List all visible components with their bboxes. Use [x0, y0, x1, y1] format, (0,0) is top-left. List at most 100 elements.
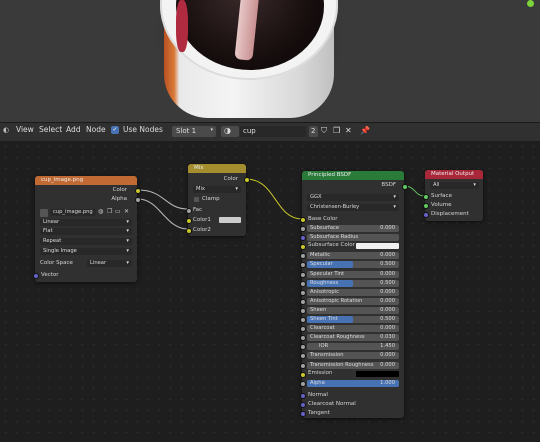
- socket-volume-in[interactable]: [423, 203, 429, 209]
- material-output-node[interactable]: Material Output All ▾ Surface Volume Disp…: [423, 170, 483, 221]
- socket-roughness-in[interactable]: [300, 281, 306, 287]
- field-value: 0.000: [380, 298, 395, 304]
- source-value: Single Image: [43, 248, 77, 254]
- mix-node[interactable]: Mix Color Mix ▾ Clamp Fac Color1 Color2: [186, 164, 250, 236]
- alpha-field[interactable]: Alpha 1.000: [307, 380, 399, 387]
- material-output-header[interactable]: Material Output: [425, 170, 483, 179]
- image-browse-icon[interactable]: [40, 209, 48, 217]
- principled-header[interactable]: Principled BSDF: [302, 171, 404, 180]
- socket-clearcoat-normal-in[interactable]: [300, 402, 306, 408]
- socket-sheen-in[interactable]: [300, 308, 306, 314]
- projection-dropdown[interactable]: Flat ▾: [40, 228, 132, 235]
- target-dropdown[interactable]: All ▾: [430, 182, 479, 189]
- socket-displacement-in[interactable]: [423, 212, 429, 218]
- chevron-down-icon: ▾: [473, 182, 476, 188]
- chevron-down-icon: ▾: [126, 238, 129, 244]
- color2-label: Color2: [193, 227, 211, 233]
- duplicate-icon[interactable]: ❐: [107, 208, 112, 215]
- color1-swatch[interactable]: [219, 217, 241, 223]
- socket-specular-tint-in[interactable]: [300, 272, 306, 278]
- output-color-label: Color: [112, 187, 127, 193]
- socket-metallic-in[interactable]: [300, 253, 306, 259]
- mix-header[interactable]: Mix: [188, 164, 246, 173]
- anisotropic-field[interactable]: Anisotropic 0.000: [307, 289, 399, 296]
- interpolation-dropdown[interactable]: Linear ▾: [40, 219, 132, 226]
- link-alpha-to-color2: [137, 198, 189, 230]
- principled-bsdf-node[interactable]: Principled BSDF BSDF GGX ▾ Christensen-Bu…: [300, 171, 408, 418]
- close-icon[interactable]: ✕: [124, 208, 129, 215]
- transmission-roughness-field[interactable]: Transmission Roughness 0.000: [307, 362, 399, 369]
- socket-transmission-in[interactable]: [300, 353, 306, 359]
- color-space-dropdown[interactable]: Linear ▾: [87, 260, 132, 267]
- field-label: IOR: [319, 343, 329, 349]
- clamp-checkbox[interactable]: [194, 197, 199, 202]
- extension-dropdown[interactable]: Repeat ▾: [40, 238, 132, 245]
- socket-anisotropic-rotation-in[interactable]: [300, 299, 306, 305]
- image-texture-header[interactable]: cup_image.png: [35, 176, 137, 185]
- chevron-down-icon: ▾: [126, 260, 129, 266]
- field-label: Specular: [310, 261, 333, 267]
- socket-tangent-in[interactable]: [300, 411, 306, 417]
- socket-clearcoat-roughness-in[interactable]: [300, 335, 306, 341]
- socket-emission-in[interactable]: [300, 372, 306, 378]
- socket-alpha-out[interactable]: [135, 197, 141, 203]
- clearcoat-roughness-field[interactable]: Clearcoat Roughness 0.030: [307, 334, 399, 341]
- image-texture-title: cup_image.png: [41, 177, 84, 183]
- source-dropdown[interactable]: Single Image ▾: [40, 248, 132, 255]
- field-value: 0.000: [380, 252, 395, 258]
- socket-sheen-tint-in[interactable]: [300, 317, 306, 323]
- socket-ior-in[interactable]: [300, 344, 306, 350]
- sheen-field[interactable]: Sheen 0.000: [307, 307, 399, 314]
- specular-field[interactable]: Specular 0.500: [307, 261, 399, 268]
- chevron-down-icon: ▾: [126, 248, 129, 254]
- field-label: Transmission: [310, 352, 344, 358]
- socket-transmission-roughness-in[interactable]: [300, 363, 306, 369]
- target-value: All: [433, 182, 440, 188]
- distribution-dropdown[interactable]: GGX ▾: [307, 194, 399, 201]
- blend-type-dropdown[interactable]: Mix ▾: [193, 186, 241, 193]
- socket-anisotropic-in[interactable]: [300, 290, 306, 296]
- shield-icon[interactable]: ◍: [98, 208, 103, 215]
- principled-title: Principled BSDF: [308, 172, 352, 178]
- folder-icon[interactable]: ▭: [115, 208, 121, 215]
- transmission-field[interactable]: Transmission 0.000: [307, 352, 399, 359]
- socket-subsurface-in[interactable]: [300, 226, 306, 232]
- socket-base-color-in[interactable]: [300, 217, 306, 223]
- socket-normal-in[interactable]: [300, 393, 306, 399]
- socket-surface-in[interactable]: [423, 194, 429, 200]
- field-value: 0.000: [380, 307, 395, 313]
- clearcoat-field[interactable]: Clearcoat 0.000: [307, 325, 399, 332]
- socket-color2-in[interactable]: [186, 228, 192, 234]
- metallic-field[interactable]: Metallic 0.000: [307, 252, 399, 259]
- socket-specular-in[interactable]: [300, 262, 306, 268]
- socket-subsurface-color-in[interactable]: [300, 244, 306, 250]
- subsurface-radius-field[interactable]: Subsurface Radius: [307, 234, 399, 241]
- image-texture-node[interactable]: cup_image.png Color Alpha cup_image.png …: [33, 176, 141, 282]
- fac-label: Fac: [193, 207, 203, 213]
- emission-swatch[interactable]: [356, 371, 399, 377]
- anisotropic-rotation-field[interactable]: Anisotropic Rotation 0.000: [307, 298, 399, 305]
- field-value: 0.000: [380, 325, 395, 331]
- socket-subsurface-radius-in[interactable]: [300, 235, 306, 241]
- subsurface-method-dropdown[interactable]: Christensen-Burley ▾: [307, 204, 399, 211]
- field-label: Transmission Roughness: [310, 362, 374, 368]
- socket-alpha-in[interactable]: [300, 381, 306, 387]
- image-name-field[interactable]: cup_image.png: [50, 209, 96, 216]
- socket-bsdf-out[interactable]: [402, 184, 408, 190]
- socket-vector-in[interactable]: [33, 273, 39, 279]
- sheen-tint-field[interactable]: Sheen Tint 0.500: [307, 316, 399, 323]
- socket-mix-color-out[interactable]: [244, 177, 250, 183]
- socket-color-out[interactable]: [135, 188, 141, 194]
- chevron-down-icon: ▾: [393, 194, 396, 200]
- chevron-down-icon: ▾: [126, 219, 129, 225]
- subsurface-color-swatch[interactable]: [356, 243, 399, 249]
- roughness-field[interactable]: Roughness 0.500: [307, 280, 399, 287]
- socket-fac-in[interactable]: [186, 208, 192, 214]
- subsurface-field[interactable]: Subsurface 0.000: [307, 225, 399, 232]
- ior-field[interactable]: IOR 1.450: [307, 343, 399, 350]
- field-value: 0.000: [380, 289, 395, 295]
- socket-color1-in[interactable]: [186, 218, 192, 224]
- link-mix-to-basecolor: [245, 178, 303, 220]
- specular-tint-field[interactable]: Specular Tint 0.000: [307, 271, 399, 278]
- socket-clearcoat-in[interactable]: [300, 326, 306, 332]
